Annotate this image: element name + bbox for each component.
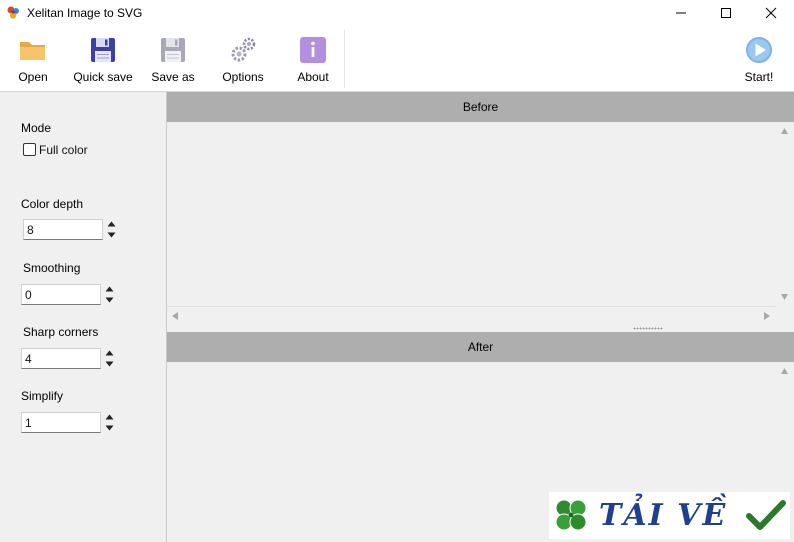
smoothing-label: Smoothing — [23, 261, 81, 275]
sharp-corners-up-button[interactable] — [103, 348, 115, 358]
toolbar-separator — [344, 30, 345, 88]
about-button[interactable]: About — [290, 26, 336, 92]
sharp-corners-input[interactable]: 4 — [21, 348, 101, 369]
quick-save-label: Quick save — [73, 70, 133, 84]
paint-splash-icon — [7, 6, 19, 19]
save-as-label: Save as — [151, 70, 195, 84]
panel-splitter[interactable] — [167, 325, 794, 332]
info-icon — [300, 37, 326, 63]
color-depth-label: Color depth — [21, 197, 84, 211]
options-button[interactable]: Options — [218, 26, 268, 92]
four-leaf-clover-icon — [555, 499, 587, 531]
color-depth-input[interactable]: 8 — [23, 219, 103, 240]
simplify-input[interactable]: 1 — [21, 412, 101, 433]
before-vertical-scrollbar[interactable] — [775, 122, 794, 306]
mode-label: Mode — [21, 121, 52, 135]
checkmark-icon — [746, 500, 786, 530]
save-as-button[interactable]: Save as — [150, 26, 196, 92]
minimize-icon — [676, 12, 686, 14]
close-button[interactable] — [748, 0, 794, 26]
scroll-up-arrow-icon[interactable] — [781, 128, 788, 134]
sharp-corners-label: Sharp corners — [23, 325, 99, 339]
before-image-area[interactable] — [167, 122, 775, 306]
arrow-down-icon — [105, 425, 113, 431]
scroll-right-arrow-icon[interactable] — [764, 312, 770, 320]
arrow-up-icon — [105, 286, 113, 292]
arrow-up-icon — [105, 414, 113, 420]
simplify-spinner[interactable] — [103, 412, 115, 433]
color-depth-up-button[interactable] — [105, 219, 117, 229]
color-depth-spinner[interactable] — [105, 219, 117, 240]
simplify-down-button[interactable] — [103, 423, 115, 433]
before-header: Before — [167, 92, 794, 122]
about-label: About — [297, 70, 329, 84]
full-color-label: Full color — [39, 143, 88, 157]
color-depth-down-button[interactable] — [105, 230, 117, 240]
minimize-button[interactable] — [658, 0, 704, 26]
smoothing-down-button[interactable] — [103, 295, 115, 305]
settings-panel — [0, 92, 166, 542]
full-color-checkbox[interactable] — [23, 143, 36, 156]
options-label: Options — [222, 70, 264, 84]
save-as-icon — [161, 38, 185, 62]
start-label: Start! — [744, 70, 774, 84]
sharp-corners-down-button[interactable] — [103, 359, 115, 369]
window-title: Xelitan Image to SVG — [27, 6, 143, 20]
arrow-down-icon — [107, 232, 115, 238]
sharp-corners-spinner[interactable] — [103, 348, 115, 369]
open-label: Open — [18, 70, 48, 84]
simplify-up-button[interactable] — [103, 412, 115, 422]
watermark: TẢI VỀ — [549, 492, 790, 539]
folder-icon — [20, 42, 45, 60]
smoothing-input[interactable]: 0 — [21, 284, 101, 305]
play-icon — [746, 37, 772, 63]
start-button[interactable]: Start! — [740, 26, 778, 92]
gears-icon — [231, 37, 256, 62]
smoothing-up-button[interactable] — [103, 284, 115, 294]
scroll-left-arrow-icon[interactable] — [172, 312, 178, 320]
toolbar: Open Quick save Save as Options About St… — [0, 26, 794, 92]
floppy-disk-icon — [91, 38, 115, 62]
quick-save-button[interactable]: Quick save — [70, 26, 136, 92]
arrow-up-icon — [105, 350, 113, 356]
arrow-down-icon — [105, 297, 113, 303]
watermark-text: TẢI VỀ — [599, 498, 728, 533]
scroll-up-arrow-icon[interactable] — [781, 368, 788, 374]
title-bar: Xelitan Image to SVG — [0, 0, 794, 26]
arrow-down-icon — [105, 361, 113, 367]
arrow-up-icon — [107, 221, 115, 227]
simplify-label: Simplify — [21, 389, 64, 403]
maximize-icon — [721, 8, 731, 18]
smoothing-spinner[interactable] — [103, 284, 115, 305]
before-horizontal-scrollbar[interactable] — [167, 306, 775, 325]
splitter-grip[interactable] — [633, 327, 663, 330]
maximize-button[interactable] — [703, 0, 749, 26]
close-icon — [765, 7, 777, 19]
scroll-down-arrow-icon[interactable] — [781, 294, 788, 300]
open-button[interactable]: Open — [12, 26, 54, 92]
after-header: After — [167, 332, 794, 362]
